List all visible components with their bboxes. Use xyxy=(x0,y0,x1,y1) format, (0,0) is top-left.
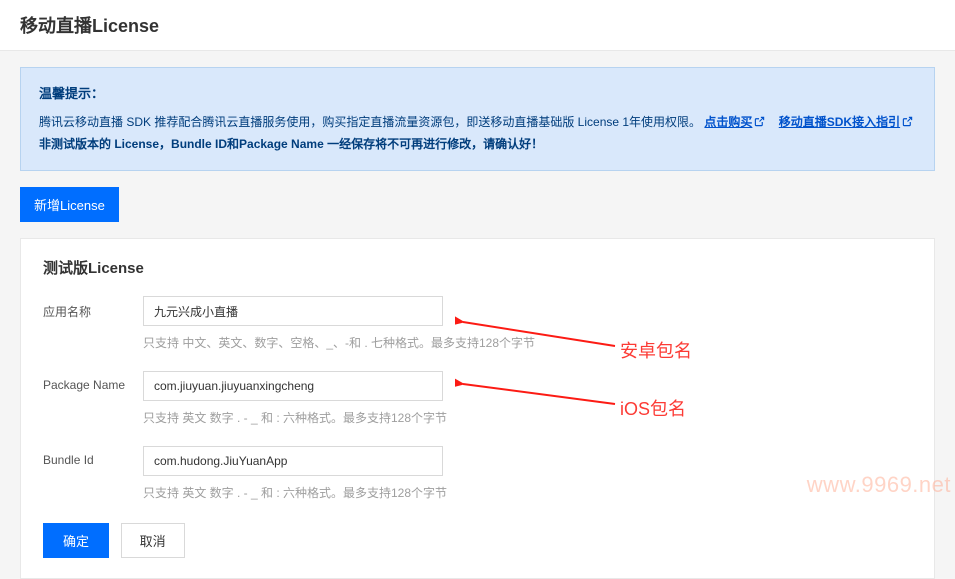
bundle-id-input[interactable] xyxy=(143,446,443,476)
info-banner: 温馨提示： 腾讯云移动直播 SDK 推荐配合腾讯云直播服务使用，购买指定直播流量… xyxy=(20,67,935,171)
watermark: www.9969.net xyxy=(807,472,951,498)
page-title: 移动直播License xyxy=(0,0,955,51)
license-form-card: 测试版License 应用名称 只支持 中文、英文、数字、空格、_、-和 . 七… xyxy=(20,238,935,579)
add-license-button[interactable]: 新增License xyxy=(20,187,119,222)
app-name-label: 应用名称 xyxy=(43,296,143,320)
package-name-input[interactable] xyxy=(143,371,443,401)
card-title: 测试版License xyxy=(43,257,912,278)
cancel-button[interactable]: 取消 xyxy=(121,523,185,558)
package-name-hint: 只支持 英文 数字 . - _ 和 : 六种格式。最多支持128个字节 xyxy=(143,409,912,426)
bundle-id-hint: 只支持 英文 数字 . - _ 和 : 六种格式。最多支持128个字节 xyxy=(143,484,912,501)
tip-line-2: 非测试版本的 License，Bundle ID和Package Name 一经… xyxy=(39,133,916,156)
app-name-input[interactable] xyxy=(143,296,443,326)
package-name-label: Package Name xyxy=(43,371,143,392)
guide-link[interactable]: 移动直播SDK接入指引 xyxy=(779,115,913,129)
tip-line-1: 腾讯云移动直播 SDK 推荐配合腾讯云直播服务使用，购买指定直播流量资源包，即送… xyxy=(39,111,916,134)
app-name-hint: 只支持 中文、英文、数字、空格、_、-和 . 七种格式。最多支持128个字节 xyxy=(143,334,912,351)
external-link-icon xyxy=(902,116,913,127)
external-link-icon xyxy=(754,116,765,127)
bundle-id-label: Bundle Id xyxy=(43,446,143,467)
confirm-button[interactable]: 确定 xyxy=(43,523,109,558)
buy-link[interactable]: 点击购买 xyxy=(704,115,765,129)
tip-title: 温馨提示： xyxy=(39,82,916,107)
